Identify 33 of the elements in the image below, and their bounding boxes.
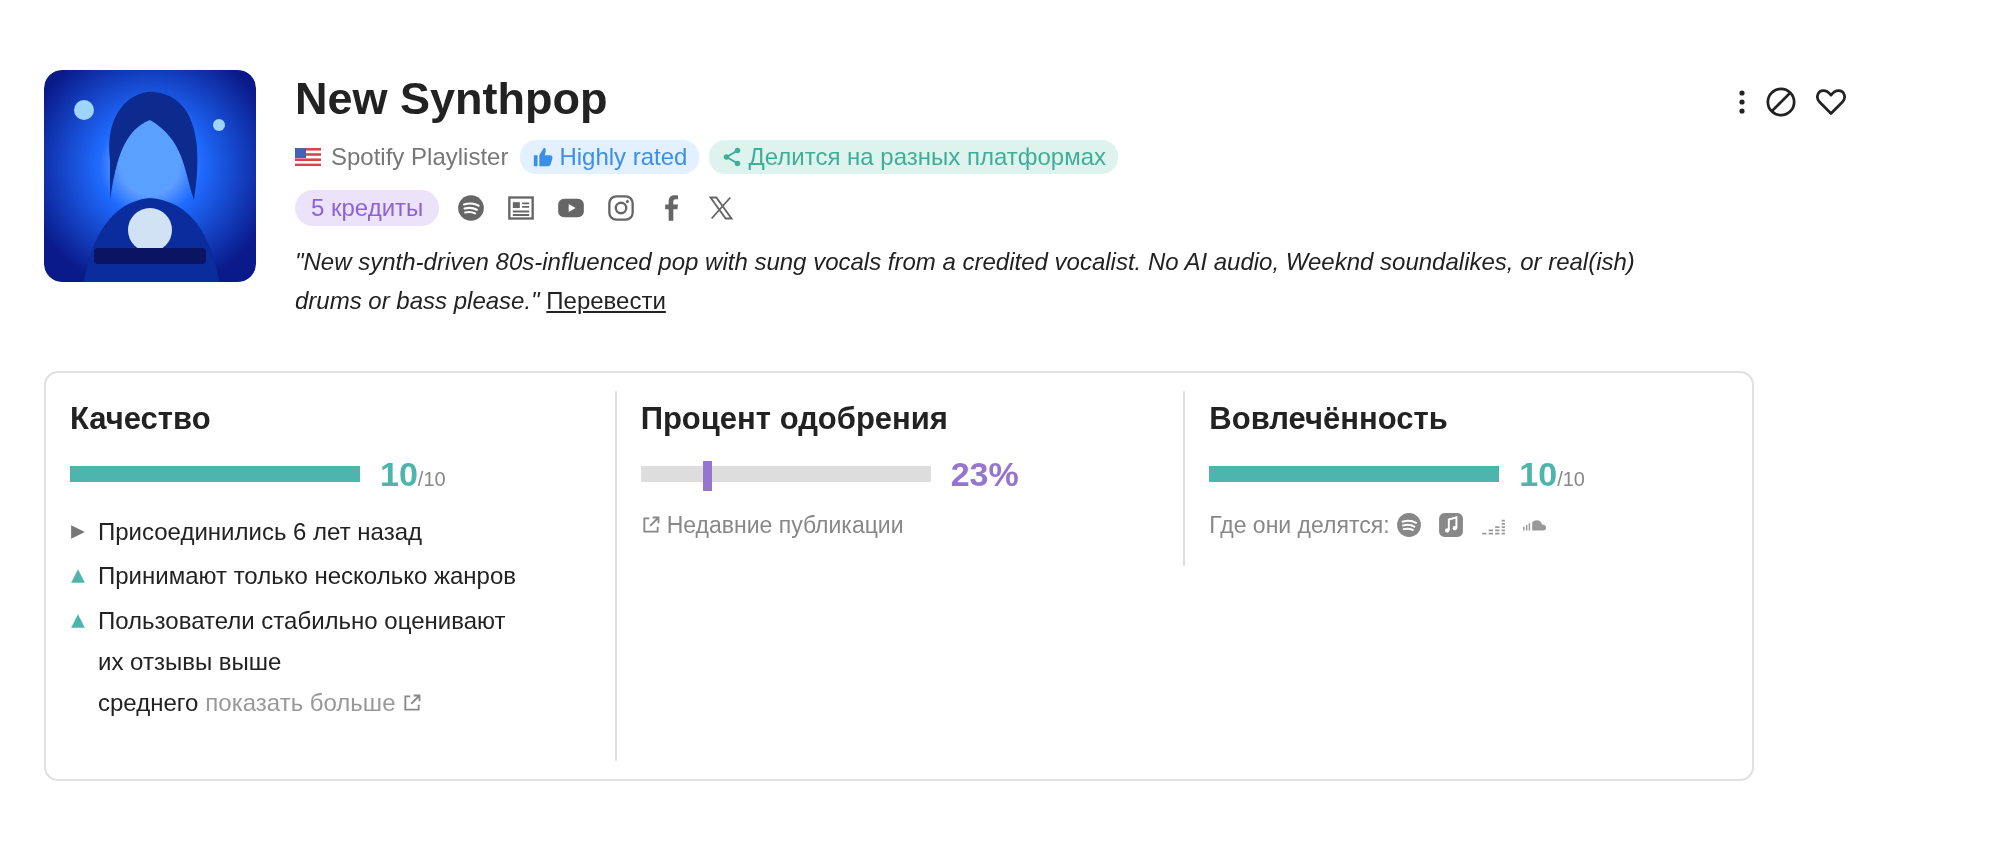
percent-value: 23%: [950, 454, 1019, 494]
instagram-icon[interactable]: [607, 193, 636, 222]
heart-icon[interactable]: [1815, 86, 1847, 118]
score-value: 10/10: [1519, 454, 1585, 494]
music-note-icon: [1437, 512, 1464, 539]
flag-icon: [295, 147, 321, 166]
newspaper-icon[interactable]: [507, 193, 536, 222]
up-triangle-icon: [70, 613, 86, 630]
note-text: Пользователи стабильно оценивают их отзывы выше среднего показать больше: [98, 606, 507, 718]
metric-title: Вовлечённость: [1209, 400, 1449, 437]
up-triangle-icon: [70, 568, 86, 585]
metric-title: Качество: [70, 400, 212, 437]
more-icon[interactable]: [1737, 88, 1747, 116]
curator-name: Spotify Playlister: [331, 142, 509, 171]
play-triangle-icon: [70, 523, 86, 540]
note-text: Принимают только несколько жанров: [98, 561, 517, 592]
note-text: Присоединились 6 лет назад: [98, 516, 422, 547]
recent-posts-link[interactable]: Недавние публикации: [640, 511, 904, 539]
sharing-badge: Делится на разных платформах: [709, 139, 1119, 174]
spotify-icon: [1395, 512, 1422, 539]
playlist-description: "New synth-driven 80s-influenced pop with sung vocals from a credited vocalist. No AI audio, Weeknd soundalikes, or real(ish) drums or bass please." Перевести: [295, 246, 1636, 317]
spotify-icon[interactable]: [457, 193, 486, 222]
block-icon[interactable]: [1765, 86, 1797, 118]
translate-link[interactable]: Перевести: [546, 287, 666, 315]
credits-badge: 5 кредиты: [295, 189, 440, 226]
playlist-title: New Synthpop: [295, 74, 609, 124]
rating-badge: Highly rated: [520, 139, 700, 174]
metric-title: Процент одобрения: [640, 400, 949, 437]
score-value: 10/10: [380, 454, 446, 494]
external-link-icon[interactable]: [402, 692, 423, 713]
show-more-link[interactable]: показать больше: [205, 688, 396, 716]
external-link-icon[interactable]: [640, 515, 661, 536]
platforms-label: Где они делятся:: [1209, 511, 1390, 539]
